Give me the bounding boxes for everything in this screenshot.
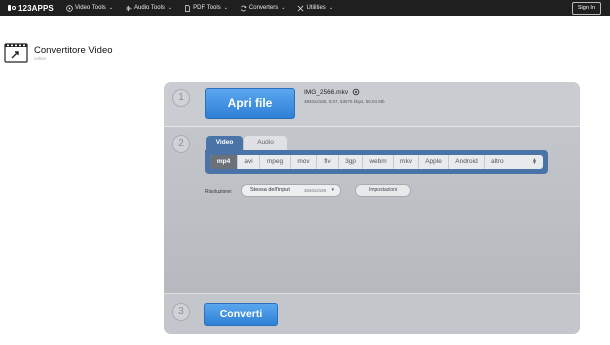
format-3gp[interactable]: 3gp [339, 155, 363, 169]
chevron-down-icon: ⌄ [108, 5, 114, 11]
page-subtitle: online [34, 56, 47, 61]
chevron-down-icon: ⌄ [223, 5, 228, 11]
step-number-2: 2 [172, 135, 190, 153]
chevron-down-icon: ▾ [331, 187, 334, 193]
nav-utilities[interactable]: Utilities ⌄ [297, 0, 333, 16]
audio-wave-icon [126, 5, 132, 11]
resolution-value: Stessa dell'input [250, 187, 290, 193]
brand-logo[interactable]: 123APPS [8, 3, 54, 13]
brand-name: 123APPS [18, 3, 54, 13]
format-flv[interactable]: flv [317, 155, 339, 169]
nav-menu: Video Tools ⌄ Audio Tools ⌄ PDF Tools ⌄ … [66, 0, 333, 16]
nav-label: Utilities [306, 5, 326, 11]
format-mp4[interactable]: mp4 [210, 155, 238, 169]
link-icon[interactable] [352, 88, 360, 96]
format-mpeg[interactable]: mpeg [260, 155, 291, 169]
page-title: Convertitore Video [34, 45, 113, 56]
step-number-3: 3 [172, 303, 190, 321]
file-name: IMG_2566.mkv [304, 89, 349, 96]
tab-video[interactable]: Video [206, 136, 243, 150]
nav-label: PDF Tools [193, 5, 221, 11]
resolution-label: Risoluzione: [205, 189, 233, 195]
format-selector: mp4 avi mpeg mov flv 3gp webm mkv Apple … [205, 150, 548, 174]
format-webm[interactable]: webm [363, 155, 394, 169]
format-more-label: altro [491, 158, 504, 165]
video-converter-icon [4, 43, 28, 63]
settings-button[interactable]: Impostazioni [355, 184, 411, 197]
format-mov[interactable]: mov [291, 155, 317, 169]
top-navigation-bar: 123APPS Video Tools ⌄ Audio Tools ⌄ PDF … [0, 0, 610, 16]
convert-button[interactable]: Converti [204, 303, 278, 326]
up-down-arrows-icon: ▲ ▼ [532, 157, 537, 166]
format-apple[interactable]: Apple [419, 155, 449, 169]
format-more-select[interactable]: altro ▲ ▼ [485, 155, 543, 169]
nav-converters[interactable]: Converters ⌄ [240, 0, 286, 16]
step-number-1: 1 [172, 89, 190, 107]
open-file-button[interactable]: Apri file [205, 88, 295, 119]
video-play-icon [66, 4, 73, 12]
converter-cycle-icon [240, 5, 247, 11]
format-avi[interactable]: avi [238, 155, 260, 169]
utilities-tools-icon [298, 5, 304, 11]
pdf-document-icon [185, 4, 191, 12]
logo-mark-icon [8, 4, 16, 12]
tab-audio[interactable]: Audio [244, 136, 287, 150]
nav-label: Converters [248, 5, 279, 11]
chevron-down-icon: ⌄ [281, 5, 286, 11]
nav-label: Audio Tools [134, 5, 165, 11]
chevron-down-icon: ⌄ [328, 5, 334, 11]
nav-video-tools[interactable]: Video Tools ⌄ [66, 0, 113, 16]
resolution-select[interactable]: Stessa dell'input 3840x2160 ▾ [241, 184, 341, 197]
sign-in-button[interactable]: Sign In [571, 2, 601, 15]
format-bar: mp4 avi mpeg mov flv 3gp webm mkv Apple … [210, 155, 543, 169]
converter-panel: 1 Apri file IMG_2566.mkv 3840x2160, 0:07… [164, 82, 580, 334]
file-metadata: 3840x2160, 0:07, 53575 kbps, 50.04 Mb [304, 99, 385, 104]
nav-label: Video Tools [75, 5, 106, 11]
format-android[interactable]: Android [449, 155, 485, 169]
chevron-down-icon: ⌄ [167, 5, 173, 11]
nav-audio-tools[interactable]: Audio Tools ⌄ [125, 0, 172, 16]
nav-pdf-tools[interactable]: PDF Tools ⌄ [184, 0, 228, 16]
format-mkv[interactable]: mkv [394, 155, 419, 169]
resolution-dimension: 3840x2160 [304, 188, 327, 193]
